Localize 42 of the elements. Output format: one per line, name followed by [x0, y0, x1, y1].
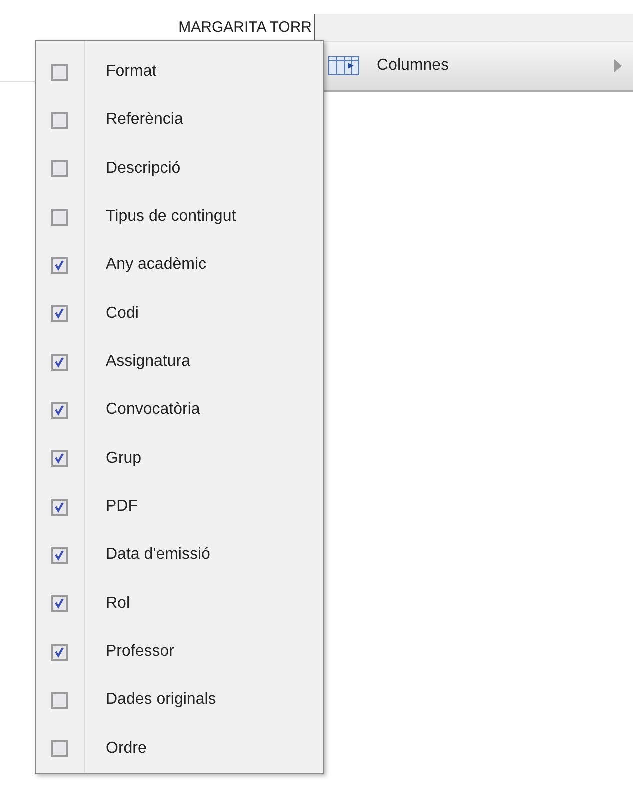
checkmark-icon — [54, 260, 65, 271]
checkmark-icon — [54, 646, 65, 658]
columns-icon — [328, 55, 360, 77]
checkbox[interactable] — [51, 595, 68, 612]
menu-item[interactable]: PDF — [36, 482, 323, 532]
menu-item[interactable]: Convocatòria — [36, 386, 323, 435]
menu-item[interactable]: Descripció — [36, 144, 323, 193]
menu-item[interactable]: Tipus de contingut — [36, 192, 323, 242]
menu-item[interactable]: Codi — [36, 290, 323, 338]
checkmark-icon — [54, 502, 65, 513]
menu-item[interactable]: Any acadèmic — [36, 241, 323, 290]
checkbox[interactable] — [51, 644, 68, 661]
checkbox[interactable] — [51, 305, 68, 322]
menu-item[interactable]: Ordre — [36, 724, 323, 773]
menu-item[interactable]: Referència — [36, 96, 323, 145]
checkbox[interactable] — [51, 208, 68, 226]
checkbox[interactable] — [51, 740, 68, 758]
checkbox[interactable] — [51, 354, 68, 371]
checkbox[interactable] — [51, 160, 68, 178]
checkbox[interactable] — [51, 498, 68, 516]
checkbox[interactable] — [51, 450, 68, 468]
checkbox[interactable] — [51, 692, 68, 709]
menu-item[interactable]: Dades originals — [36, 676, 323, 725]
checkbox[interactable] — [51, 402, 68, 419]
checkbox[interactable] — [51, 546, 68, 564]
menu-item[interactable]: Format — [36, 48, 323, 96]
checkbox[interactable] — [51, 256, 68, 274]
checkmark-icon — [54, 550, 65, 561]
checkmark-icon — [54, 356, 65, 368]
menu-item[interactable]: Columnes — [322, 42, 633, 92]
checkbox[interactable] — [51, 64, 68, 81]
checkmark-icon — [54, 453, 65, 464]
menu-item[interactable]: Grup — [36, 434, 323, 483]
checkmark-icon — [54, 598, 65, 610]
cell-text: MARGARITA TORR — [178, 18, 312, 38]
menu-item[interactable]: Assignatura — [36, 338, 323, 386]
menu-item[interactable]: Data d'emissió — [36, 531, 323, 580]
checkmark-icon — [54, 308, 65, 320]
menu-item[interactable]: Rol — [36, 580, 323, 628]
checkmark-icon — [54, 404, 65, 416]
menu-item[interactable]: Professor — [36, 628, 323, 676]
checkbox[interactable] — [51, 112, 68, 129]
